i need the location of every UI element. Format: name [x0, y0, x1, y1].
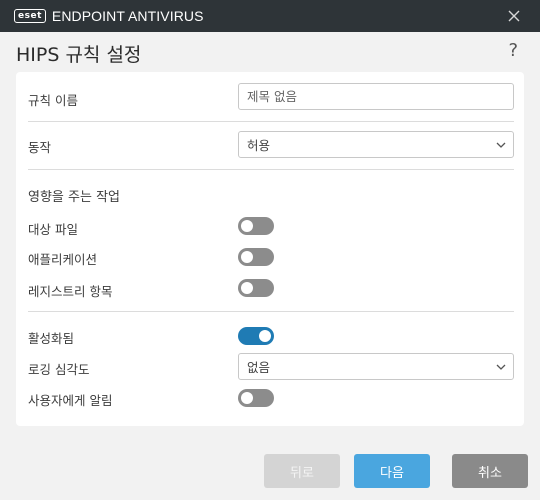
divider — [28, 169, 514, 170]
back-button[interactable]: 뒤로 — [264, 454, 340, 488]
notify-user-label: 사용자에게 알림 — [28, 393, 113, 408]
chevron-down-icon — [496, 364, 506, 370]
enabled-toggle[interactable] — [238, 327, 274, 345]
toggle-knob — [241, 220, 253, 232]
registry-entries-label: 레지스트리 항목 — [28, 284, 113, 299]
target-files-toggle[interactable] — [238, 217, 274, 235]
affects-heading: 영향을 주는 작업 — [28, 190, 120, 205]
logging-severity-value: 없음 — [247, 360, 271, 375]
eset-logo-box: eset — [14, 9, 46, 23]
settings-panel: 규칙 이름 동작 허용 영향을 주는 작업 대상 파일 애플리케이션 레지스트리… — [16, 72, 524, 426]
action-select-value: 허용 — [247, 138, 271, 153]
title-bar: eset ENDPOINT ANTIVIRUS — [0, 0, 540, 32]
logging-severity-label: 로깅 심각도 — [28, 362, 90, 377]
toggle-knob — [259, 330, 271, 342]
applications-toggle[interactable] — [238, 248, 274, 266]
toggle-knob — [241, 251, 253, 263]
divider — [28, 311, 514, 312]
page-title: HIPS 규칙 설정 — [16, 44, 142, 66]
applications-label: 애플리케이션 — [28, 252, 98, 267]
action-select[interactable]: 허용 — [238, 131, 514, 158]
product-name: ENDPOINT ANTIVIRUS — [51, 8, 204, 24]
divider — [28, 121, 514, 122]
logo-text: eset — [18, 11, 42, 21]
cancel-button[interactable]: 취소 — [452, 454, 528, 488]
rule-name-label: 규칙 이름 — [28, 93, 78, 108]
action-label: 동작 — [28, 140, 52, 155]
target-files-label: 대상 파일 — [28, 222, 78, 237]
enabled-label: 활성화됨 — [28, 331, 75, 346]
help-icon[interactable]: ? — [508, 40, 518, 61]
logging-severity-select[interactable]: 없음 — [238, 353, 514, 380]
notify-user-toggle[interactable] — [238, 389, 274, 407]
rule-name-input[interactable] — [238, 83, 514, 110]
registry-entries-toggle[interactable] — [238, 279, 274, 297]
eset-logo: eset ENDPOINT ANTIVIRUS — [14, 8, 204, 24]
chevron-down-icon — [496, 142, 506, 148]
next-button[interactable]: 다음 — [354, 454, 430, 488]
toggle-knob — [241, 282, 253, 294]
close-icon[interactable] — [506, 8, 522, 24]
toggle-knob — [241, 392, 253, 404]
